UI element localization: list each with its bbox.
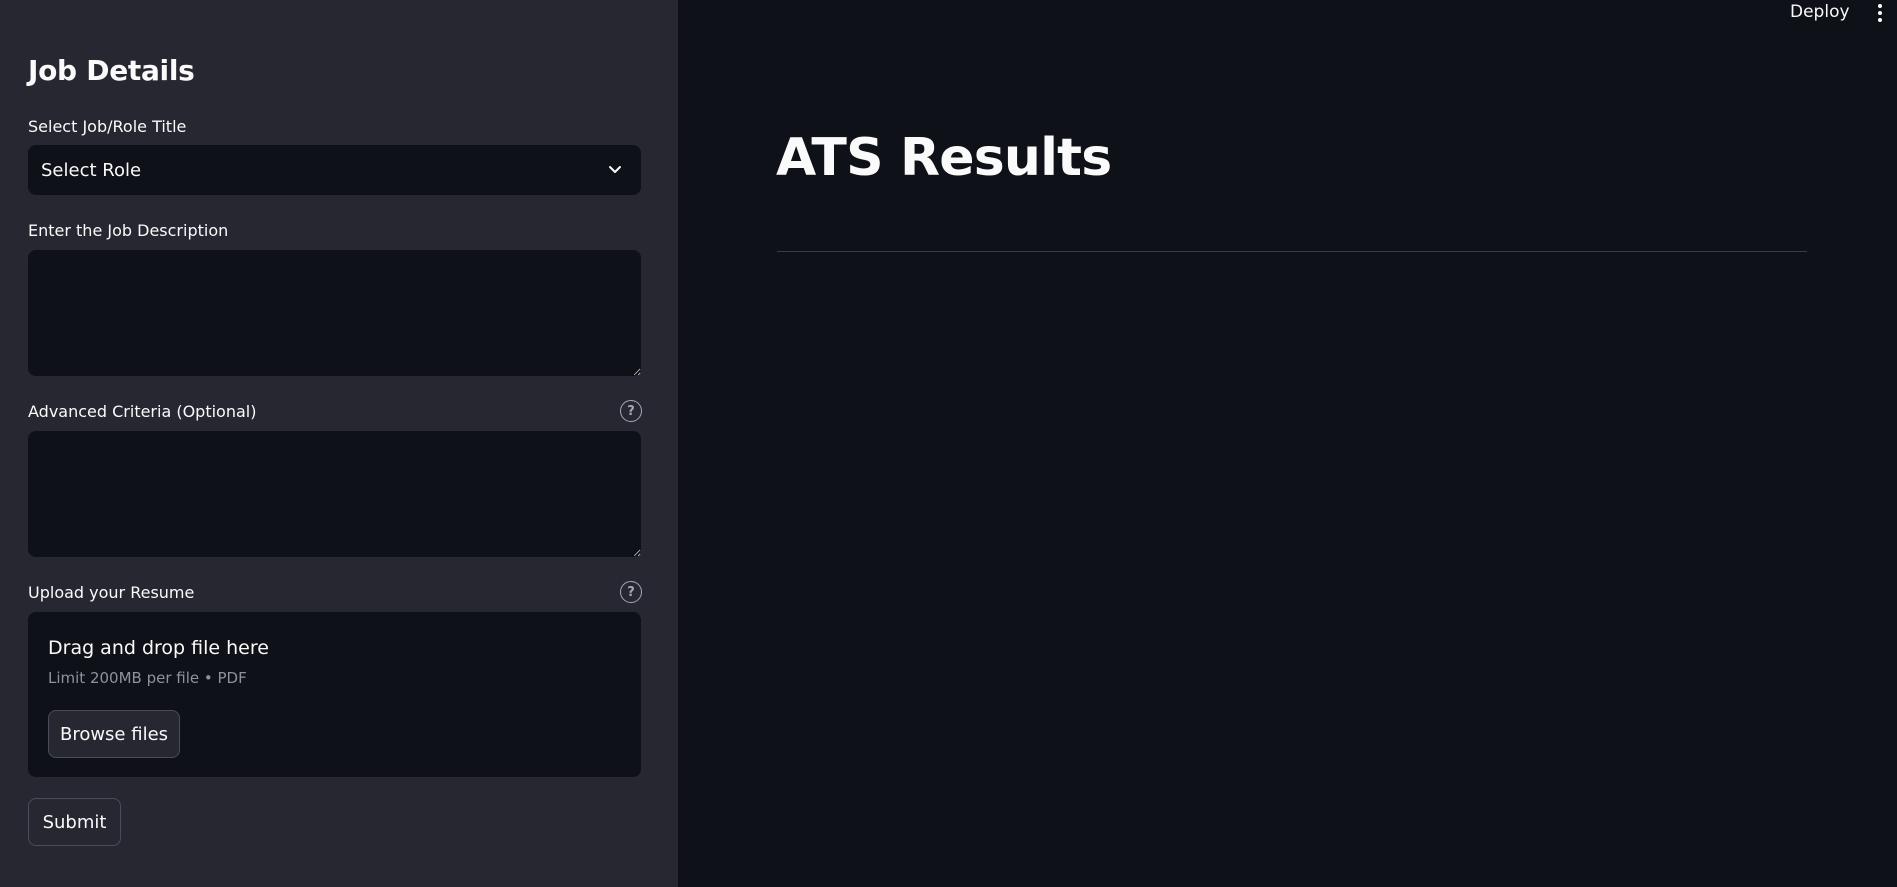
divider xyxy=(777,251,1807,252)
sidebar-title: Job Details xyxy=(28,54,195,87)
more-vertical-icon[interactable] xyxy=(1870,2,1890,24)
sidebar: Job Details Select Job/Role Title Select… xyxy=(0,0,678,887)
role-select-value: Select Role xyxy=(41,159,142,181)
dropzone-title: Drag and drop file here xyxy=(48,637,269,659)
dropzone-subtitle: Limit 200MB per file • PDF xyxy=(48,669,247,687)
app-root: Job Details Select Job/Role Title Select… xyxy=(0,0,1897,887)
deploy-button[interactable]: Deploy xyxy=(1790,0,1850,24)
advanced-criteria-label: Advanced Criteria (Optional) xyxy=(28,402,257,421)
advanced-criteria-input[interactable] xyxy=(28,431,641,557)
browse-files-button[interactable]: Browse files xyxy=(48,710,180,758)
job-description-label: Enter the Job Description xyxy=(28,221,229,240)
chevron-down-icon xyxy=(609,166,621,173)
submit-button[interactable]: Submit xyxy=(28,798,121,846)
help-circle-icon[interactable]: ? xyxy=(620,581,642,603)
job-description-input[interactable] xyxy=(28,250,641,376)
role-select[interactable]: Select Role xyxy=(28,145,641,195)
file-dropzone[interactable]: Drag and drop file here Limit 200MB per … xyxy=(28,612,641,777)
role-select-label: Select Job/Role Title xyxy=(28,117,187,136)
upload-resume-label: Upload your Resume xyxy=(28,583,195,602)
page-title: ATS Results xyxy=(776,128,1112,188)
help-circle-icon[interactable]: ? xyxy=(620,400,642,422)
